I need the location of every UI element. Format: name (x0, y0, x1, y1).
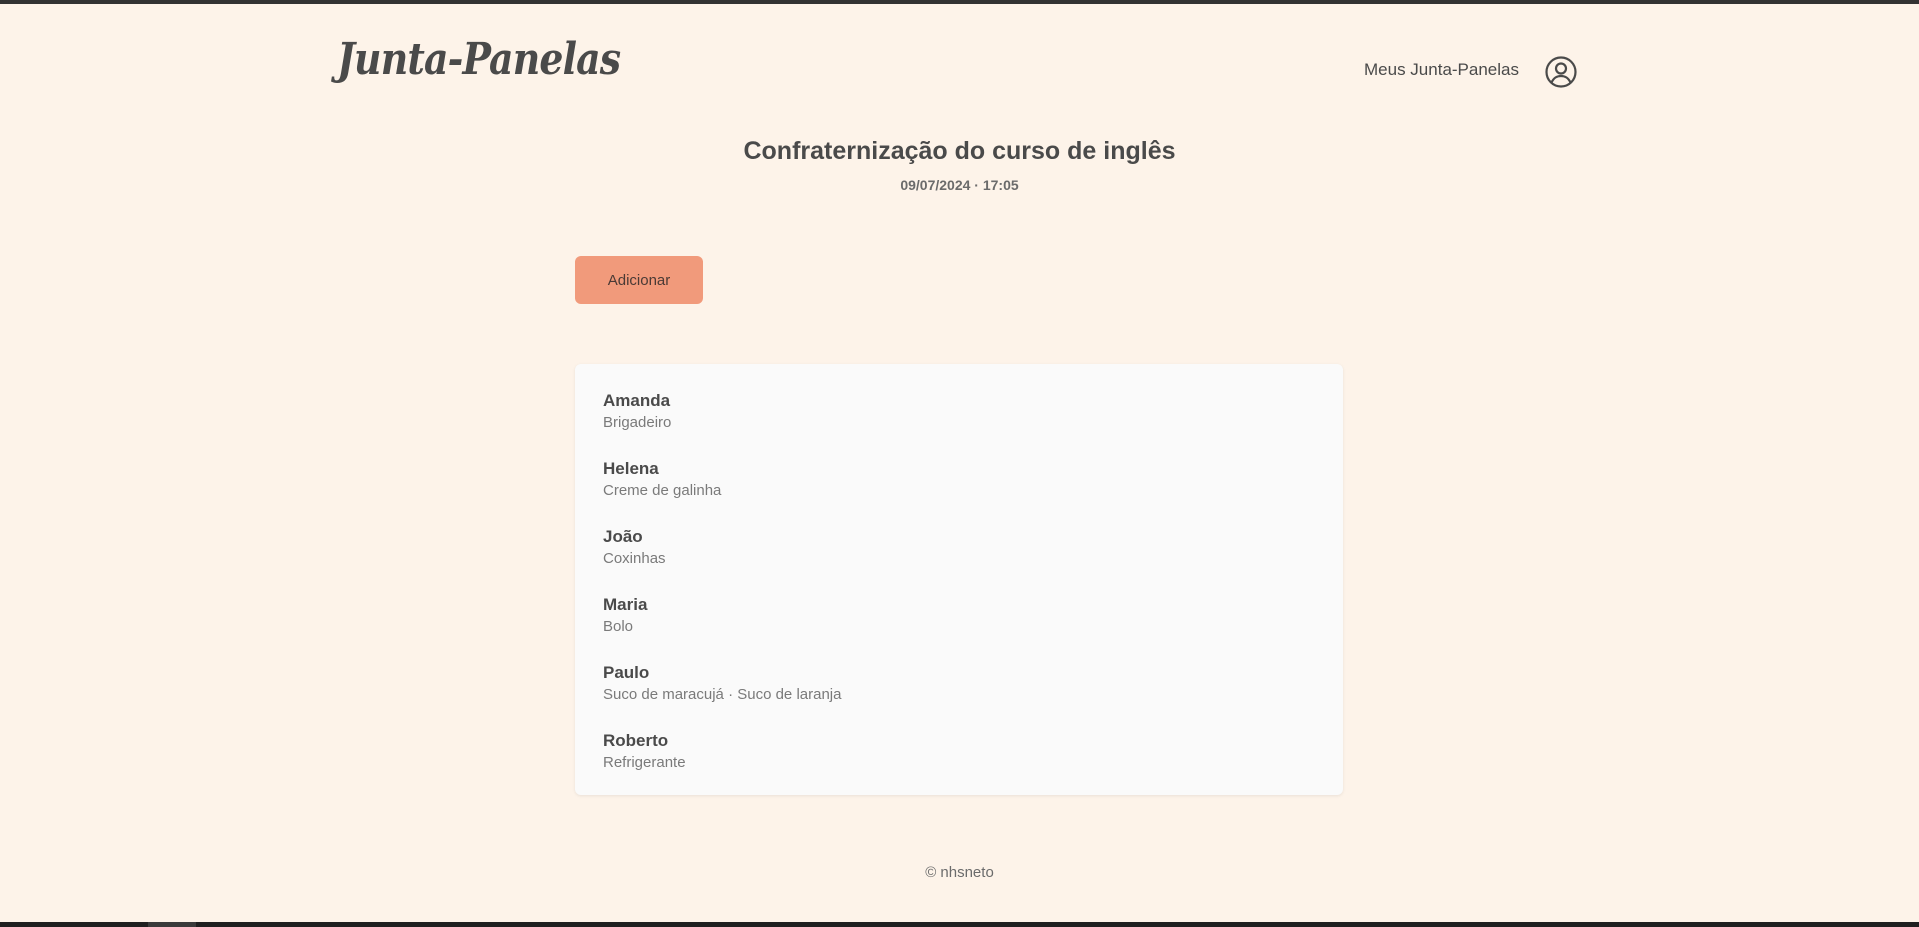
event-header: Confraternização do curso de inglês 09/0… (0, 135, 1919, 193)
participants-list: Amanda Brigadeiro Helena Creme de galinh… (575, 364, 1343, 795)
participant-dishes: Coxinhas (603, 550, 666, 567)
add-button[interactable]: Adicionar (575, 256, 703, 304)
participant-name: Amanda (603, 391, 671, 410)
page: Junta-Panelas Meus Junta-Panelas Confrat… (0, 4, 1919, 922)
participant-name: João (603, 527, 643, 546)
list-item[interactable]: Amanda Brigadeiro (603, 390, 1303, 433)
list-item[interactable]: João Coxinhas (603, 526, 1303, 569)
participant-name: Paulo (603, 663, 650, 682)
participant-name: Roberto (603, 731, 669, 750)
list-item[interactable]: Maria Bolo (603, 594, 1303, 637)
participant-dishes: Brigadeiro (603, 414, 672, 431)
event-title: Confraternização do curso de inglês (743, 137, 1176, 165)
participant-dishes: Creme de galinha (603, 482, 722, 499)
my-junta-panelas-link[interactable]: Meus Junta-Panelas (1364, 60, 1519, 80)
logo[interactable]: Junta-Panelas (337, 34, 621, 85)
list-item[interactable]: Roberto Refrigerante (603, 730, 1303, 773)
participant-dishes: Bolo (603, 618, 634, 635)
bottom-bar (0, 922, 1919, 927)
bottom-bar-tab (148, 922, 196, 927)
participant-name: Helena (603, 459, 659, 478)
user-circle-icon[interactable] (1544, 55, 1578, 89)
participant-name: Maria (603, 595, 648, 614)
list-item[interactable]: Helena Creme de galinha (603, 458, 1303, 501)
participant-dishes: Refrigerante (603, 754, 686, 771)
event-datetime: 09/07/2024 · 17:05 (900, 177, 1019, 193)
list-item[interactable]: Paulo Suco de maracujá · Suco de laranja (603, 662, 1303, 705)
participant-dishes: Suco de maracujá · Suco de laranja (603, 686, 842, 703)
footer: © nhsneto (925, 864, 994, 881)
